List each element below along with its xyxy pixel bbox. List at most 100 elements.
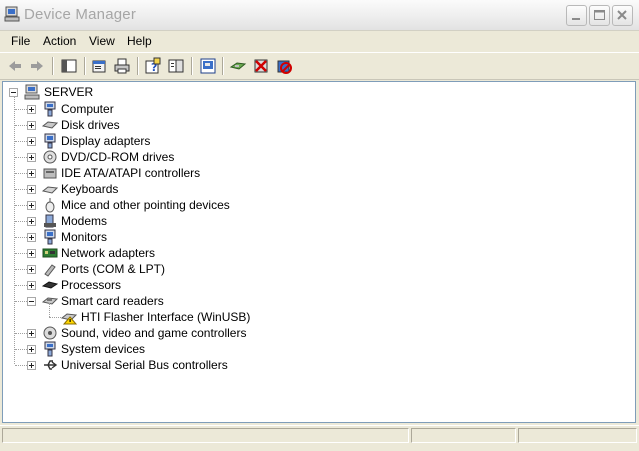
tree-category-label[interactable]: Display adapters [61,134,150,148]
print-icon[interactable] [113,57,131,75]
monitor-icon [44,229,56,245]
title-bar[interactable]: Device Manager [0,0,639,31]
tree-category-row[interactable]: Smart card readers [3,293,603,309]
tree-category-row[interactable]: System devices [3,341,603,357]
minimize-icon [572,18,580,20]
tree-guide-line [15,125,27,127]
tree-category-label[interactable]: Network adapters [61,246,155,260]
device-tree[interactable]: SERVER Computer Disk drives Display adapte… [2,81,636,423]
uninstall-icon[interactable] [252,57,270,75]
close-icon [617,10,627,20]
tree-guide-line [15,301,27,303]
expand-toggle[interactable] [27,121,36,130]
tree-category-label[interactable]: Processors [61,278,121,292]
menu-bar: File Action View Help [0,31,639,51]
tree-guide-line [15,269,27,271]
tree-guide-line [15,333,27,335]
tree-category-label[interactable]: Keyboards [61,182,118,196]
expand-toggle[interactable] [27,265,36,274]
tree-guide-line [15,205,27,207]
tree-category-label[interactable]: Universal Serial Bus controllers [61,358,228,372]
tree-guide-line [15,109,27,111]
toolbar-separator [52,57,54,75]
tree-category-row[interactable]: Sound, video and game controllers [3,325,603,341]
expand-toggle[interactable] [27,249,36,258]
tree-guide-line [15,189,27,191]
show-hide-console-tree-icon[interactable] [60,57,78,75]
back-icon[interactable] [6,57,24,75]
tree-category-label[interactable]: Smart card readers [61,294,164,308]
toolbar-separator [137,57,139,75]
tree-category-row[interactable]: Ports (COM & LPT) [3,261,603,277]
expand-toggle[interactable] [27,345,36,354]
menu-file[interactable]: File [11,34,30,48]
tree-category-row[interactable]: Network adapters [3,245,603,261]
menu-view[interactable]: View [89,34,115,48]
export-list-icon[interactable] [167,57,185,75]
update-driver-icon[interactable] [229,57,247,75]
tree-category-label[interactable]: Ports (COM & LPT) [61,262,165,276]
expand-toggle[interactable] [27,329,36,338]
tree-category-row[interactable]: Computer [3,101,603,117]
expand-toggle[interactable] [27,361,36,370]
maximize-icon [594,10,605,20]
tree-guide-line [49,317,61,319]
device-manager-window: Device Manager File Action View Help ? S… [0,0,639,451]
tree-category-label[interactable]: Modems [61,214,107,228]
tree-category-row[interactable]: Processors [3,277,603,293]
tree-category-label[interactable]: Disk drives [61,118,120,132]
disable-icon[interactable] [275,57,293,75]
tree-category-row[interactable]: Monitors [3,229,603,245]
menu-help[interactable]: Help [127,34,152,48]
expand-toggle[interactable] [27,281,36,290]
root-expander[interactable] [9,88,18,97]
tree-root-label[interactable]: SERVER [44,85,93,99]
tree-category-row[interactable]: Disk drives [3,117,603,133]
toolbar-separator [191,57,193,75]
tree-category-label[interactable]: System devices [61,342,145,356]
disk-drive-icon [42,121,58,129]
tree-guide-line [15,237,27,239]
mouse-icon [45,198,55,213]
forward-icon[interactable] [28,57,46,75]
tree-category-label[interactable]: Computer [61,102,114,116]
expand-toggle[interactable] [27,137,36,146]
expand-toggle[interactable] [27,105,36,114]
warning-device-icon [61,313,77,325]
tree-category-row[interactable]: IDE ATA/ATAPI controllers [3,165,603,181]
collapse-toggle[interactable] [27,297,36,306]
status-cell-tertiary [518,428,637,443]
tree-category-label[interactable]: Mice and other pointing devices [61,198,230,212]
tree-guide-line [15,221,27,223]
tree-device-row[interactable]: HTI Flasher Interface (WinUSB) [3,303,603,325]
expand-toggle[interactable] [27,169,36,178]
tree-guide-line [15,141,27,143]
expand-toggle[interactable] [27,153,36,162]
tree-category-row[interactable]: Universal Serial Bus controllers [3,357,603,373]
properties-icon[interactable] [90,57,108,75]
tree-category-row[interactable]: Display adapters [3,133,603,149]
tree-category-label[interactable]: Sound, video and game controllers [61,326,246,340]
tree-category-label[interactable]: DVD/CD-ROM drives [61,150,174,164]
tree-category-label[interactable]: IDE ATA/ATAPI controllers [61,166,200,180]
expand-toggle[interactable] [27,217,36,226]
modem-icon [44,214,56,228]
close-button[interactable] [612,5,633,26]
tree-device-label[interactable]: HTI Flasher Interface (WinUSB) [81,310,250,324]
computer-icon [44,101,56,117]
scan-hardware-icon[interactable] [199,57,217,75]
expand-toggle[interactable] [27,233,36,242]
minimize-button[interactable] [566,5,587,26]
expand-toggle[interactable] [27,201,36,210]
toolbar-separator [222,57,224,75]
dvd-drive-icon [43,150,57,164]
tree-category-row[interactable]: Mice and other pointing devices [3,197,603,213]
help-icon[interactable]: ? [144,57,162,75]
tree-category-label[interactable]: Monitors [61,230,107,244]
tree-category-row[interactable]: Modems [3,213,603,229]
tree-category-row[interactable]: Keyboards [3,181,603,197]
expand-toggle[interactable] [27,185,36,194]
maximize-button[interactable] [589,5,610,26]
menu-action[interactable]: Action [43,34,76,48]
tree-category-row[interactable]: DVD/CD-ROM drives [3,149,603,165]
